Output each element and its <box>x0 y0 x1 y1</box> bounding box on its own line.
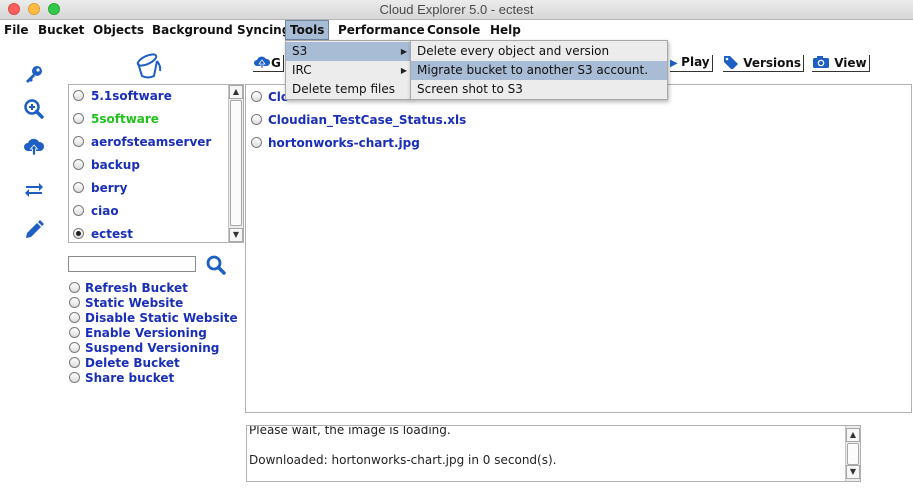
list-item[interactable]: berry <box>73 181 127 199</box>
radio-button[interactable] <box>73 205 84 216</box>
radio-button[interactable] <box>73 90 84 101</box>
versions-button[interactable]: Versions <box>723 55 805 72</box>
menu-help[interactable]: Help <box>486 20 525 40</box>
scroll-up-arrow-icon[interactable]: ▲ <box>229 85 243 99</box>
radio-button[interactable] <box>251 137 262 148</box>
log-scrollbar[interactable]: ▲ ▼ <box>845 426 860 481</box>
radio-button[interactable] <box>73 113 84 124</box>
scroll-thumb[interactable] <box>230 100 242 226</box>
sync-arrows-icon[interactable] <box>23 178 45 200</box>
tools-menu: S3 ▶ IRC ▶ Delete temp files <box>285 40 411 100</box>
cloud-upload-icon <box>254 56 271 69</box>
list-item[interactable]: 5.1software <box>73 89 172 107</box>
submenu-arrow-icon: ▶ <box>400 66 407 75</box>
menu-tools[interactable]: Tools <box>285 20 330 40</box>
submenu-arrow-icon: ▶ <box>400 47 407 56</box>
view-button[interactable]: View <box>812 55 870 72</box>
refresh-bucket-option[interactable]: Refresh Bucket <box>69 281 188 296</box>
menu-console[interactable]: Console <box>423 20 484 40</box>
list-item[interactable]: backup <box>73 158 140 176</box>
delete-bucket-option[interactable]: Delete Bucket <box>69 356 180 371</box>
list-item[interactable]: 5software <box>73 112 159 130</box>
list-item[interactable]: ciao <box>73 204 119 222</box>
list-item[interactable]: aerofsteamserver <box>73 135 211 153</box>
menu-item-delete-temp-files[interactable]: Delete temp files <box>286 80 410 99</box>
menu-objects[interactable]: Objects <box>89 20 148 40</box>
title-bar: Cloud Explorer 5.0 - ectest <box>0 0 913 20</box>
radio-button[interactable] <box>73 159 84 170</box>
s3-submenu: Delete every object and version Migrate … <box>410 40 668 100</box>
radio-button[interactable] <box>69 357 80 368</box>
key-icon[interactable] <box>23 63 45 85</box>
tag-icon <box>724 56 738 70</box>
menu-item-migrate-bucket[interactable]: Migrate bucket to another S3 account. <box>411 61 667 80</box>
camera-icon <box>813 56 829 68</box>
radio-button[interactable] <box>69 312 80 323</box>
static-website-option[interactable]: Static Website <box>69 296 183 311</box>
cloud-upload-icon[interactable] <box>23 136 45 158</box>
scroll-down-arrow-icon[interactable]: ▼ <box>229 228 243 242</box>
upload-button[interactable]: G <box>253 55 284 72</box>
radio-button[interactable] <box>69 372 80 383</box>
radio-button[interactable] <box>69 282 80 293</box>
menu-item-screenshot-to-s3[interactable]: Screen shot to S3 <box>411 80 667 99</box>
list-item[interactable]: Clo <box>251 90 289 108</box>
share-bucket-option[interactable]: Share bucket <box>69 371 174 386</box>
bucket-list-scrollbar[interactable]: ▲ ▼ <box>228 85 243 242</box>
pencil-icon[interactable] <box>23 219 45 241</box>
radio-button[interactable] <box>69 297 80 308</box>
scroll-up-arrow-icon[interactable]: ▲ <box>846 428 860 442</box>
radio-button[interactable] <box>73 182 84 193</box>
menu-file[interactable]: File <box>0 20 33 40</box>
bucket-search-input[interactable] <box>68 256 196 272</box>
menu-bar: File Bucket Objects Background Syncing T… <box>0 20 913 40</box>
bucket-list[interactable]: 5.1software 5software aerofsteamserver b… <box>68 84 244 243</box>
menu-item-delete-every-object[interactable]: Delete every object and version <box>411 42 667 61</box>
search-icon[interactable] <box>205 254 227 276</box>
menu-bucket[interactable]: Bucket <box>34 20 88 40</box>
list-item[interactable]: hortonworks-chart.jpg <box>251 136 420 154</box>
disable-static-website-option[interactable]: Disable Static Website <box>69 311 238 326</box>
object-list[interactable]: Clo Cloudian_TestCase_Status.xls hortonw… <box>245 84 912 413</box>
radio-button[interactable] <box>73 136 84 147</box>
zoom-in-icon[interactable] <box>23 98 45 120</box>
play-button[interactable]: ▶ Play <box>670 55 713 72</box>
scroll-down-arrow-icon[interactable]: ▼ <box>846 465 860 479</box>
suspend-versioning-option[interactable]: Suspend Versioning <box>69 341 219 356</box>
enable-versioning-option[interactable]: Enable Versioning <box>69 326 207 341</box>
scroll-thumb[interactable] <box>847 443 859 465</box>
menu-item-irc[interactable]: IRC ▶ <box>286 61 410 80</box>
window-title: Cloud Explorer 5.0 - ectest <box>379 2 534 17</box>
radio-button-selected[interactable] <box>73 228 84 239</box>
menu-item-s3[interactable]: S3 ▶ <box>286 42 410 61</box>
menu-background-syncing[interactable]: Background Syncing <box>148 20 294 40</box>
list-item[interactable]: ectest <box>73 227 133 242</box>
radio-button[interactable] <box>69 327 80 338</box>
menu-performance[interactable]: Performance <box>334 20 429 40</box>
log-line: Downloaded: hortonworks-chart.jpg in 0 s… <box>249 453 557 467</box>
radio-button[interactable] <box>251 91 262 102</box>
log-panel[interactable]: Please wait, the image is loading. Downl… <box>246 425 861 482</box>
play-icon: ▶ <box>670 58 682 69</box>
radio-button[interactable] <box>69 342 80 353</box>
radio-button[interactable] <box>251 114 262 125</box>
list-item[interactable]: Cloudian_TestCase_Status.xls <box>251 113 466 131</box>
bucket-icon <box>136 53 162 79</box>
log-line: Please wait, the image is loading. <box>249 425 451 437</box>
